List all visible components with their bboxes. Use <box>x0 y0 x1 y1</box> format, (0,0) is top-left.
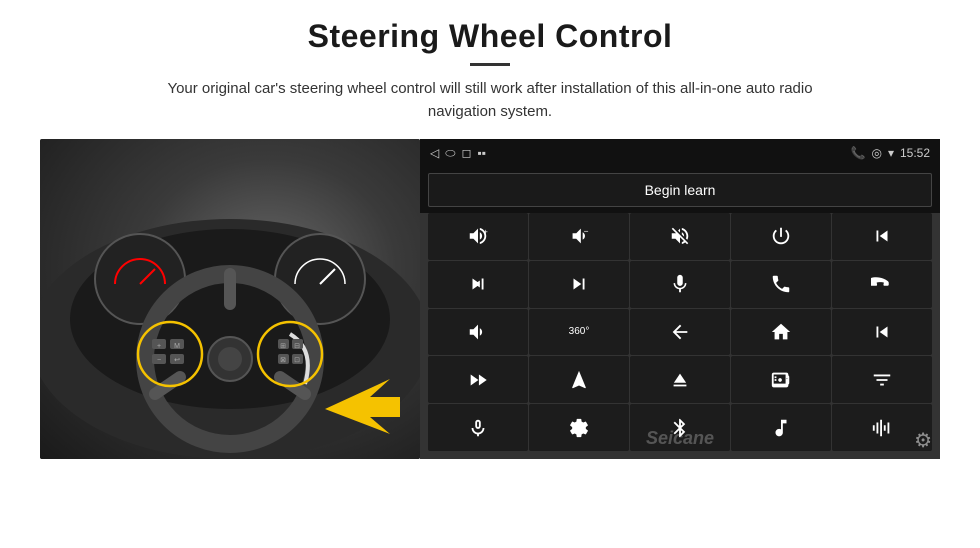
skip-fwd-button[interactable] <box>529 261 629 308</box>
power-button[interactable] <box>731 213 831 260</box>
car-image: + M − ↩ ⊞ ⊟ ⊠ ⊡ <box>40 139 420 459</box>
horn-button[interactable] <box>428 309 528 356</box>
android-statusbar: ◁ ⬭ ◻ ▪▪ 📞 ◎ ▾ 15:52 <box>420 139 940 167</box>
vol-mute-button[interactable] <box>630 213 730 260</box>
vol-up-button[interactable]: + <box>428 213 528 260</box>
page-container: Steering Wheel Control Your original car… <box>0 0 980 548</box>
cam-360-label: 360° <box>569 326 590 337</box>
back-icon: ◁ <box>430 146 439 160</box>
status-right: 📞 ◎ ▾ 15:52 <box>851 146 931 160</box>
phone-call-button[interactable] <box>731 261 831 308</box>
svg-text:+: + <box>157 343 161 350</box>
prev-track-button[interactable] <box>832 213 932 260</box>
back-nav-button[interactable] <box>630 309 730 356</box>
music-button[interactable] <box>731 404 831 451</box>
wifi-icon: ▾ <box>888 146 894 160</box>
svg-text:−: − <box>157 357 161 364</box>
controls-grid: + − <box>420 213 940 459</box>
mic-button[interactable] <box>630 261 730 308</box>
android-screen: ◁ ⬭ ◻ ▪▪ 📞 ◎ ▾ 15:52 Begin learn <box>420 139 940 459</box>
svg-text:⊞: ⊞ <box>280 343 286 350</box>
svg-text:⊟: ⊟ <box>294 343 300 350</box>
begin-learn-button[interactable]: Begin learn <box>428 173 932 207</box>
phone-status-icon: 📞 <box>851 146 866 160</box>
eject-button[interactable] <box>630 356 730 403</box>
eq-button[interactable] <box>832 356 932 403</box>
home-icon: ⬭ <box>445 146 455 161</box>
recents-icon: ◻ <box>461 146 471 160</box>
content-row: + M − ↩ ⊞ ⊟ ⊠ ⊡ <box>40 139 940 459</box>
cam-360-button[interactable]: 360° <box>529 309 629 356</box>
svg-text:⊡: ⊡ <box>294 357 300 364</box>
page-title: Steering Wheel Control <box>308 18 673 55</box>
svg-text:−: − <box>584 228 589 237</box>
svg-text:+: + <box>484 228 488 237</box>
time-display: 15:52 <box>900 146 930 160</box>
svg-text:⊠: ⊠ <box>280 357 286 364</box>
svg-text:↩: ↩ <box>174 357 180 364</box>
signal-icon: ▪▪ <box>477 146 486 160</box>
skip-back-button[interactable] <box>832 309 932 356</box>
page-subtitle: Your original car's steering wheel contr… <box>140 78 840 123</box>
nav-button[interactable] <box>529 356 629 403</box>
bluetooth-button[interactable] <box>630 404 730 451</box>
title-divider <box>470 63 510 66</box>
next-track-button[interactable] <box>428 261 528 308</box>
home-nav-button[interactable] <box>731 309 831 356</box>
location-icon: ◎ <box>871 146 881 160</box>
phone-end-button[interactable] <box>832 261 932 308</box>
svg-text:M: M <box>174 343 180 350</box>
status-left: ◁ ⬭ ◻ ▪▪ <box>430 146 486 161</box>
mic2-button[interactable] <box>428 404 528 451</box>
vol-down-button[interactable]: − <box>529 213 629 260</box>
fast-fwd-button[interactable] <box>428 356 528 403</box>
gear-icon[interactable]: ⚙ <box>914 428 932 453</box>
begin-learn-row: Begin learn <box>420 167 940 213</box>
settings-button[interactable] <box>529 404 629 451</box>
radio-button[interactable] <box>731 356 831 403</box>
